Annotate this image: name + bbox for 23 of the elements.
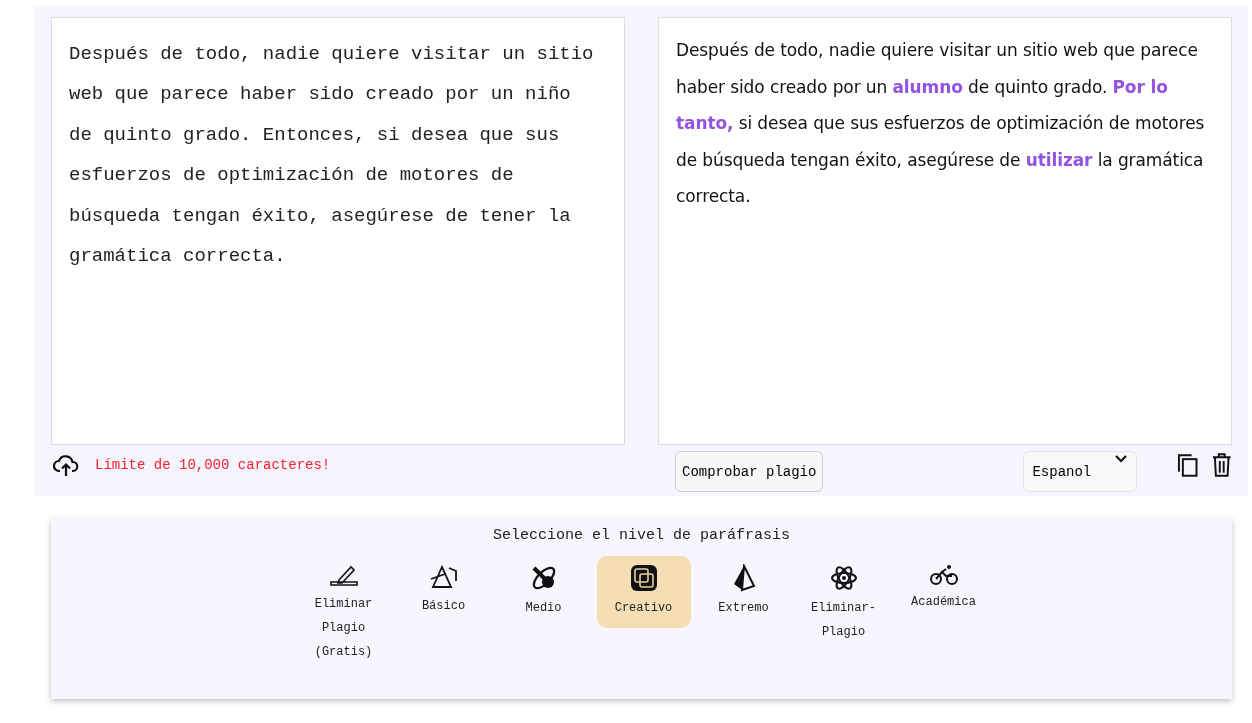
language-select[interactable]: Espanol	[1023, 451, 1138, 492]
prism-icon	[429, 564, 458, 590]
delete-icon[interactable]	[1210, 453, 1232, 477]
level-option[interactable]: Creativo	[596, 556, 691, 628]
level-option[interactable]: Medio	[496, 556, 591, 628]
paraphrased-text: Después de todo, nadie quiere visitar un sitio web que parece haber sido creado por un alumno de quinto grado. Por lo tanto, si desea que sus esfuerzos de optimización de motores de búsqueda tengan éxito, asegúrese de utilizar la gramática correcta.	[676, 40, 1205, 206]
level-option[interactable]: Básico	[396, 556, 491, 628]
input-field[interactable]: Después de todo, nadie quiere visitar un sitio web que parece haber sido creado por un niño de quinto grado. Entonces, si desea que sus esfuerzos de optimización de motores de búsqueda tengan éxito, asegúrese de tener la gramática correcta.	[51, 17, 625, 445]
level-option[interactable]: Eliminar Plagio (Gratis)	[296, 556, 391, 664]
level-title: Seleccione el nivel de paráfrasis	[491, 526, 792, 544]
chevron-down-icon	[1114, 454, 1129, 464]
pyramid-icon	[731, 564, 756, 592]
level-option[interactable]: Académica	[896, 556, 991, 628]
level-option[interactable]: Extremo	[696, 556, 791, 628]
copy-icon[interactable]	[1177, 453, 1199, 477]
level-option[interactable]: Eliminar-Plagio	[796, 556, 891, 644]
atom-icon	[829, 564, 858, 592]
check-plagiarism-button[interactable]: Comprobar plagio	[675, 451, 824, 492]
overlapping-squares-icon	[629, 564, 658, 592]
highlighter-icon	[328, 564, 359, 588]
bicycle-icon	[929, 564, 958, 586]
upload-cloud-icon[interactable]	[53, 453, 79, 477]
character-limit-text: Límite de 10,000 caracteres!	[95, 457, 331, 473]
